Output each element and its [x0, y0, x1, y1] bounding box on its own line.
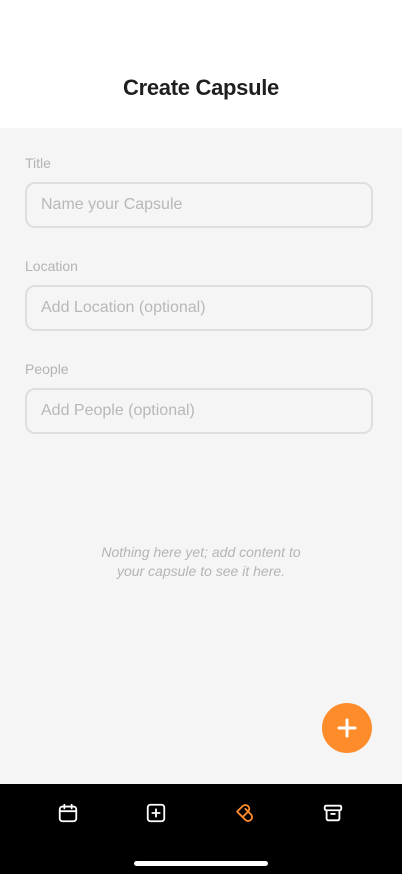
plus-icon — [337, 718, 357, 738]
tab-bar — [0, 784, 402, 874]
title-input[interactable] — [25, 182, 373, 228]
capsule-icon — [236, 804, 253, 822]
add-content-button[interactable] — [322, 703, 372, 753]
location-input[interactable] — [25, 285, 373, 331]
plus-square-icon — [146, 803, 166, 823]
calendar-icon — [58, 803, 78, 823]
title-label: Title — [25, 155, 51, 171]
archive-icon — [323, 804, 343, 822]
tab-create[interactable] — [136, 798, 176, 828]
people-label: People — [25, 361, 69, 377]
location-label: Location — [25, 258, 78, 274]
people-input[interactable] — [25, 388, 373, 434]
home-indicator — [134, 861, 268, 866]
header: Create Capsule — [0, 0, 402, 128]
tab-archive[interactable] — [313, 798, 353, 828]
page-title: Create Capsule — [123, 75, 279, 100]
empty-state-message: Nothing here yet; add content to your ca… — [101, 544, 301, 579]
tab-calendar[interactable] — [48, 798, 88, 828]
tab-capsule[interactable] — [224, 798, 264, 828]
